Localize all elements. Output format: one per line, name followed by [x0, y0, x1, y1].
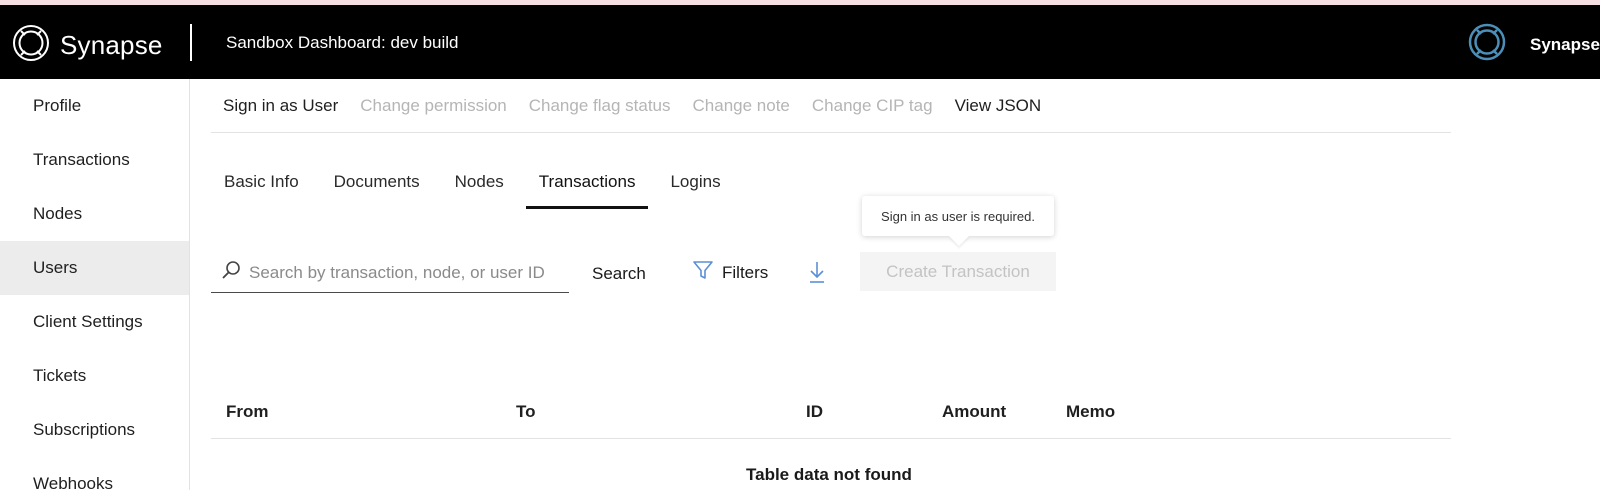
change-note-link[interactable]: Change note	[693, 96, 790, 116]
tab-documents[interactable]: Documents	[321, 160, 433, 209]
tab-nodes[interactable]: Nodes	[442, 160, 517, 209]
filters-button[interactable]: Filters	[692, 259, 768, 286]
brand-name: Synapse	[60, 30, 163, 60]
sidebar-item-nodes[interactable]: Nodes	[0, 187, 189, 241]
table-empty-message: Table data not found	[746, 465, 912, 484]
sidebar-item-transactions[interactable]: Transactions	[0, 133, 189, 187]
view-json-link[interactable]: View JSON	[955, 96, 1042, 116]
column-header-from[interactable]: From	[226, 402, 269, 422]
sidebar-item-subscriptions[interactable]: Subscriptions	[0, 403, 189, 457]
brand-logo[interactable]: Synapse	[12, 24, 163, 67]
sidebar-item-webhooks[interactable]: Webhooks	[0, 457, 189, 490]
sign-in-required-tooltip: Sign in as user is required.	[862, 196, 1054, 236]
tab-transactions[interactable]: Transactions	[525, 160, 649, 209]
tab-logins[interactable]: Logins	[657, 160, 733, 209]
filter-icon	[692, 259, 714, 286]
tooltip-arrow	[949, 236, 969, 246]
sidebar-item-users[interactable]: Users	[0, 241, 189, 295]
change-flag-status-link[interactable]: Change flag status	[529, 96, 671, 116]
detail-tabs: Basic Info Documents Nodes Transactions …	[211, 160, 743, 209]
column-header-amount[interactable]: Amount	[942, 402, 1006, 422]
sidebar: Profile Transactions Nodes Users Client …	[0, 79, 190, 490]
user-name: SynapseF	[1530, 34, 1600, 54]
search-icon	[221, 260, 241, 285]
user-avatar-icon	[1468, 23, 1506, 66]
synapse-logo-icon	[12, 24, 50, 67]
search-input[interactable]	[249, 262, 549, 283]
sidebar-item-tickets[interactable]: Tickets	[0, 349, 189, 403]
user-actions-bar: Sign in as User Change permission Change…	[211, 79, 1451, 133]
tab-basic-info[interactable]: Basic Info	[211, 160, 312, 209]
user-menu[interactable]: SynapseF	[1468, 23, 1600, 66]
header-divider	[190, 24, 192, 61]
page-title: Sandbox Dashboard: dev build	[226, 33, 459, 52]
create-transaction-button[interactable]: Create Transaction	[860, 252, 1056, 291]
sign-in-as-user-link[interactable]: Sign in as User	[223, 96, 338, 116]
column-header-to[interactable]: To	[516, 402, 536, 422]
filters-label: Filters	[722, 262, 769, 282]
app-header: Synapse Sandbox Dashboard: dev build Syn…	[0, 5, 1600, 79]
sidebar-item-client-settings[interactable]: Client Settings	[0, 295, 189, 349]
transactions-table-header: From To ID Amount Memo	[211, 392, 1451, 439]
sidebar-item-profile[interactable]: Profile	[0, 79, 189, 133]
download-icon	[808, 262, 826, 288]
search-button[interactable]: Search	[586, 262, 652, 286]
change-cip-tag-link[interactable]: Change CIP tag	[812, 96, 933, 116]
search-field	[211, 253, 569, 293]
column-header-id[interactable]: ID	[806, 402, 823, 422]
download-button[interactable]	[808, 260, 826, 289]
column-header-memo[interactable]: Memo	[1066, 402, 1115, 422]
change-permission-link[interactable]: Change permission	[360, 96, 506, 116]
